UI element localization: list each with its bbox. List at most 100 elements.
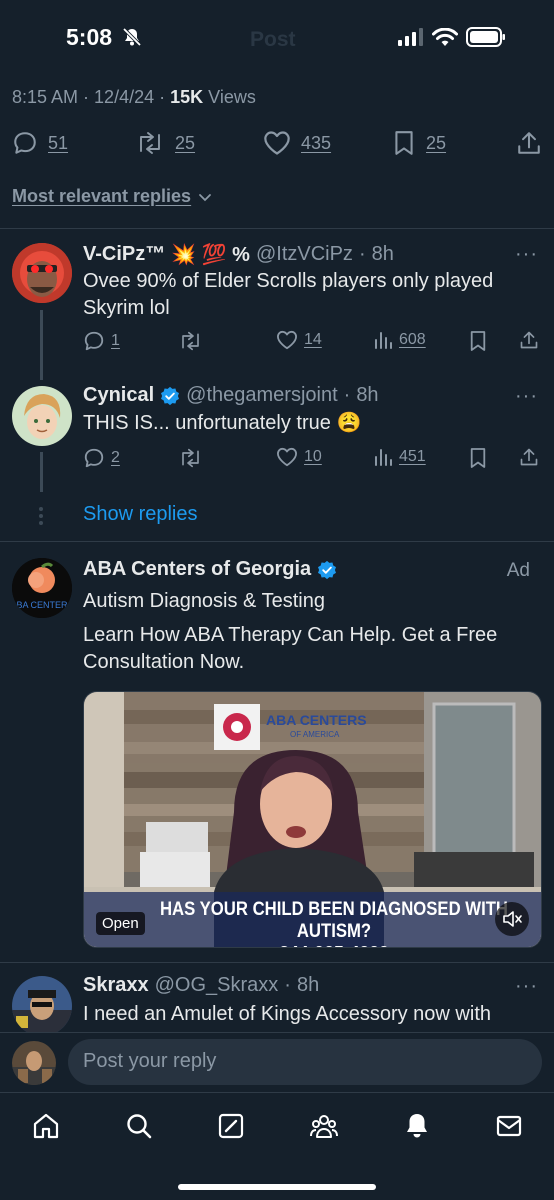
status-icons: [398, 27, 506, 47]
post-actions: 51 25 435 25: [0, 128, 554, 162]
repost-button[interactable]: 25: [135, 130, 195, 156]
display-name[interactable]: V-CiPz™: [83, 243, 165, 266]
share-icon: [520, 448, 538, 466]
header-title: Post: [250, 28, 296, 51]
like-button[interactable]: 14: [276, 330, 322, 350]
share-icon: [518, 132, 540, 154]
reply-composer: Post your reply: [0, 1032, 554, 1092]
divider: [0, 228, 554, 229]
search-icon[interactable]: [124, 1111, 154, 1141]
repost-icon: [182, 331, 199, 351]
notifications-bell-icon[interactable]: [402, 1111, 432, 1141]
bookmark-button[interactable]: [469, 447, 487, 469]
reply-text: Ovee 90% of Elder Scrolls players only p…: [83, 270, 494, 319]
post-views-label: Views: [208, 87, 256, 107]
reply-text: I need an Amulet of Kings Accessory now …: [83, 1003, 491, 1025]
advertiser-name[interactable]: ABA Centers of Georgia: [83, 558, 311, 581]
my-avatar[interactable]: [12, 1041, 56, 1085]
reply-header: Skraxx @OG_Skraxx · 8h: [83, 974, 320, 997]
share-button[interactable]: [519, 447, 539, 467]
handle[interactable]: @ItzVCiPz: [256, 243, 353, 266]
reply-actions: 2 10 451: [83, 447, 543, 473]
video-sign-line1: ABA CENTERS: [266, 712, 367, 728]
ad-text: Learn How ABA Therapy Can Help. Get a Fr…: [83, 624, 498, 673]
reply-icon: [14, 132, 36, 154]
share-icon: [520, 331, 538, 349]
analytics-icon: [375, 332, 392, 349]
cellular-signal-icon: [398, 28, 423, 46]
more-options-icon[interactable]: ···: [515, 385, 538, 408]
bookmark-icon: [395, 131, 413, 155]
reply-actions: 1 14 608: [83, 330, 543, 356]
timestamp: 8h: [371, 243, 394, 265]
views-count: 451: [399, 448, 426, 465]
timestamp: 8h: [296, 974, 320, 996]
status-time: 5:08: [66, 24, 113, 50]
display-name[interactable]: Cynical: [83, 384, 154, 407]
ad-header: ABA Centers of Georgia: [83, 558, 337, 581]
display-name[interactable]: Skraxx: [83, 974, 149, 997]
post-date: 12/4/24: [94, 87, 155, 107]
chevron-down-icon: [199, 193, 211, 201]
home-icon[interactable]: [31, 1111, 61, 1141]
more-options-icon[interactable]: ···: [515, 243, 538, 266]
speaker-muted-icon: [503, 911, 522, 927]
divider: [0, 541, 554, 542]
views-button[interactable]: 451: [373, 447, 426, 467]
repost-button[interactable]: [178, 330, 203, 352]
reply-button[interactable]: 2: [83, 447, 120, 469]
reply-input[interactable]: Post your reply: [68, 1039, 542, 1085]
sort-label: Most relevant replies: [12, 186, 192, 206]
reply-icon: [84, 331, 104, 351]
home-indicator: [178, 1184, 376, 1190]
status-bar: 5:08 Post: [0, 0, 554, 76]
show-replies-link[interactable]: Show replies: [83, 503, 198, 526]
avatar[interactable]: [12, 386, 72, 446]
share-button[interactable]: [516, 130, 542, 156]
divider: [0, 962, 554, 963]
compose-post-icon[interactable]: [216, 1111, 246, 1141]
thread-line: [40, 452, 43, 492]
verified-badge-icon: [318, 560, 337, 579]
ad-avatar-text: BA CENTER: [16, 600, 68, 610]
analytics-icon: [375, 449, 392, 466]
reply-icon: [84, 448, 104, 468]
handle[interactable]: @thegamersjoint: [186, 384, 337, 407]
reply-button[interactable]: 1: [83, 330, 120, 352]
replies-sort-dropdown[interactable]: Most relevant replies: [12, 186, 213, 207]
more-options-icon[interactable]: ···: [515, 975, 538, 998]
name-emoji: 💥 💯 %: [171, 244, 250, 266]
wifi-icon: [432, 27, 458, 46]
reply-header: Cynical @thegamersjoint · 8h: [83, 384, 379, 407]
ad-subtitle: Autism Diagnosis & Testing: [83, 590, 325, 612]
thread-continuation-dots: [38, 507, 44, 525]
reply-text: THIS IS... unfortunately true 😩: [83, 412, 362, 434]
bookmark-icon: [470, 448, 486, 468]
open-button[interactable]: Open: [96, 912, 145, 935]
like-count: 10: [304, 448, 322, 465]
bookmark-button[interactable]: 25: [392, 130, 446, 156]
user-avatar-image: [12, 386, 72, 446]
handle[interactable]: @OG_Skraxx: [155, 974, 279, 997]
share-button[interactable]: [519, 330, 539, 350]
my-avatar-image: [12, 1041, 56, 1085]
like-button[interactable]: 10: [276, 447, 322, 467]
repost-button[interactable]: [178, 447, 203, 469]
mute-button[interactable]: [495, 902, 529, 936]
video-sign-line2: OF AMERICA: [290, 730, 340, 739]
ad-video[interactable]: ABA CENTERS OF AMERICA HAS YOUR CHILD BE…: [83, 691, 542, 948]
avatar[interactable]: [12, 976, 72, 1036]
heart-icon: [276, 447, 297, 467]
views-button[interactable]: 608: [373, 330, 426, 350]
reply-button[interactable]: 51: [12, 130, 68, 156]
messages-icon[interactable]: [494, 1111, 524, 1141]
ad-avatar[interactable]: BA CENTER: [12, 558, 72, 618]
user-avatar-image: [12, 976, 72, 1036]
avatar[interactable]: [12, 243, 72, 303]
like-button[interactable]: 435: [263, 130, 331, 156]
communities-icon[interactable]: [309, 1111, 339, 1141]
like-count: 435: [301, 132, 332, 153]
reply-count: 2: [111, 449, 120, 466]
heart-icon: [264, 131, 290, 155]
bookmark-button[interactable]: [469, 330, 487, 352]
